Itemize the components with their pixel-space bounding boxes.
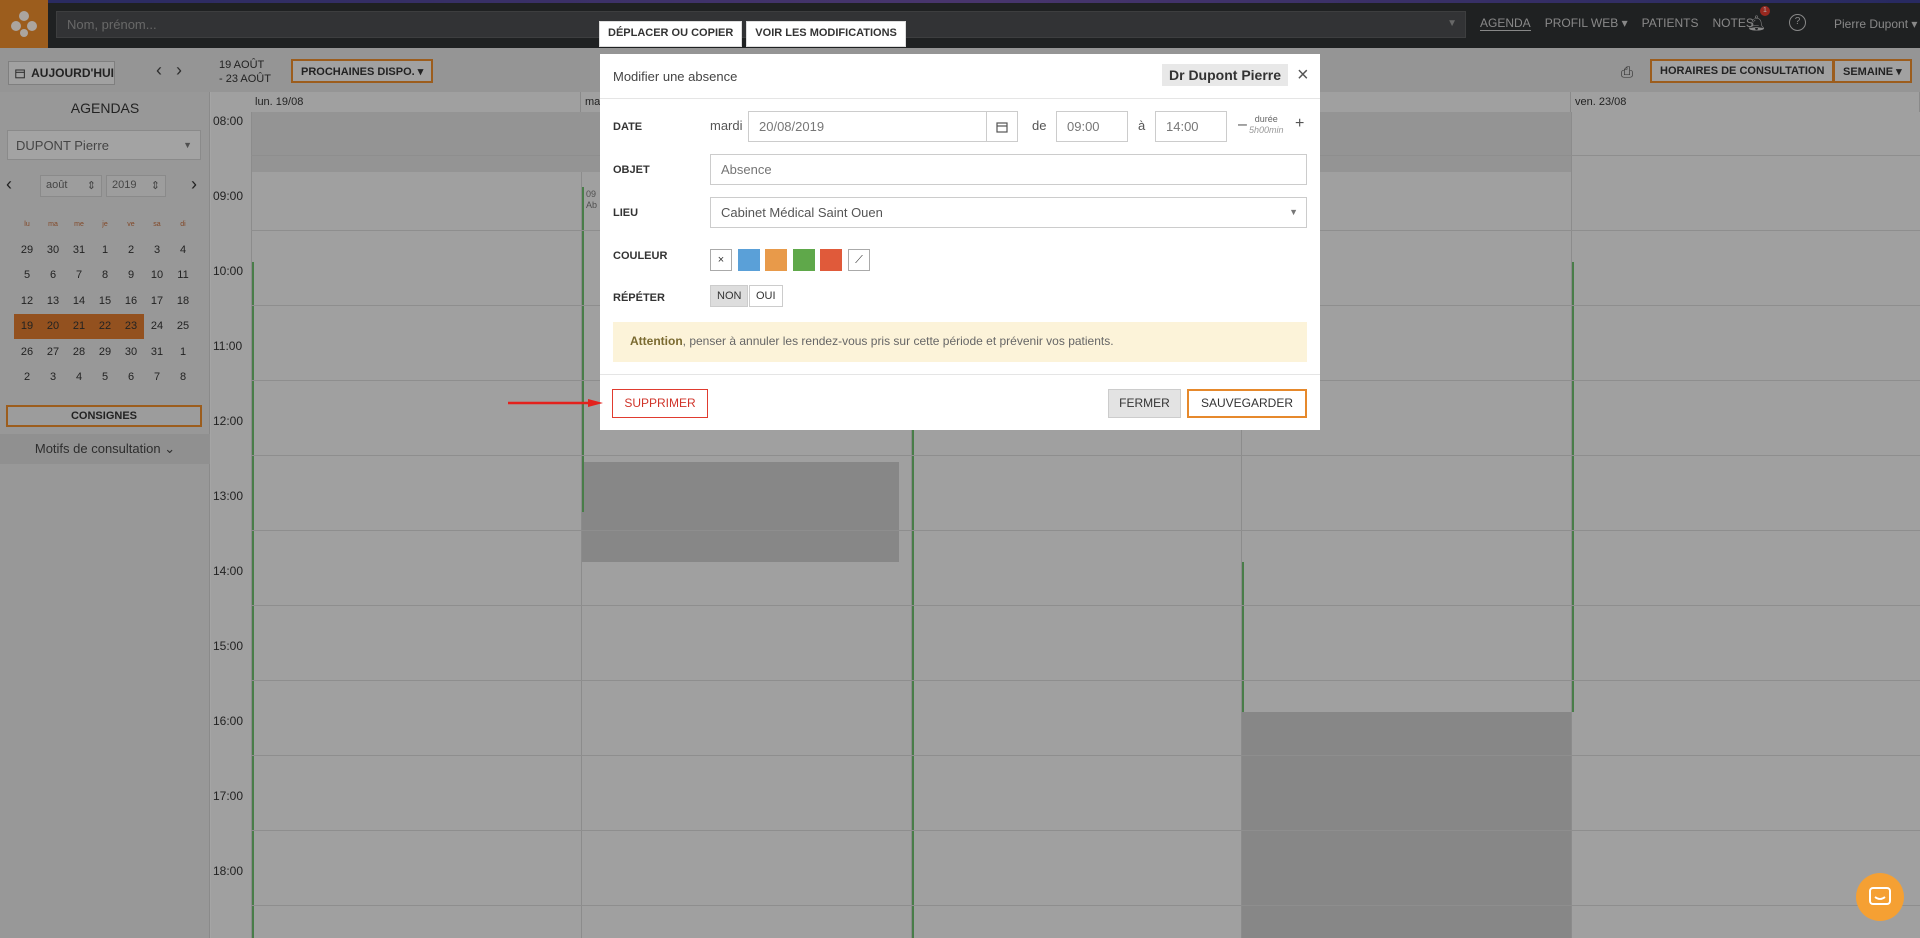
color-label: COULEUR [613, 250, 668, 262]
to-label: à [1138, 118, 1146, 133]
place-select-value: Cabinet Médical Saint Ouen [721, 205, 883, 220]
custom-color-picker-icon[interactable]: ⟋ [848, 249, 870, 271]
date-label: DATE [613, 121, 643, 133]
chat-support-button[interactable] [1856, 873, 1904, 921]
duration-label: durée [1254, 114, 1278, 124]
move-or-copy-tab[interactable]: DÉPLACER OU COPIER [599, 21, 743, 47]
warning-bold: Attention [630, 334, 683, 348]
edit-absence-modal: Modifier une absence Dr Dupont Pierre × … [600, 54, 1320, 430]
date-input-value: 20/08/2019 [759, 119, 825, 134]
decrease-duration-button[interactable]: – [1238, 116, 1247, 134]
date-input[interactable]: 20/08/2019 [748, 111, 1018, 142]
end-time-value: 14:00 [1166, 119, 1199, 134]
from-label: de [1032, 118, 1047, 133]
object-label: OBJET [613, 164, 650, 176]
save-button[interactable]: SAUVEGARDER [1187, 389, 1307, 418]
end-time-input[interactable]: 14:00 [1155, 111, 1227, 142]
close-icon[interactable]: × [1297, 64, 1309, 87]
repeat-label: RÉPÉTER [613, 292, 665, 304]
increase-duration-button[interactable]: + [1295, 115, 1304, 133]
modal-title: Modifier une absence [613, 69, 738, 84]
modal-action-tabs: DÉPLACER OU COPIER VOIR LES MODIFICATION… [599, 21, 906, 47]
chat-icon [1869, 887, 1891, 905]
color-swatch-blue[interactable] [738, 249, 760, 271]
modal-header: Modifier une absence Dr Dupont Pierre × [600, 54, 1320, 99]
close-button[interactable]: FERMER [1108, 389, 1181, 418]
warning-alert: Attention, penser à annuler les rendez-v… [613, 322, 1307, 362]
object-input[interactable] [710, 154, 1307, 185]
place-label: LIEU [613, 207, 639, 219]
start-time-input[interactable]: 09:00 [1056, 111, 1128, 142]
repeat-no-toggle[interactable]: NON [710, 285, 749, 307]
warning-text: , penser à annuler les rendez-vous pris … [682, 334, 1114, 348]
weekday-text: mardi [710, 118, 743, 133]
color-swatch-orange[interactable] [765, 249, 787, 271]
red-arrow-annotation [508, 399, 603, 407]
duration-value: 5h00min [1249, 125, 1284, 135]
start-time-value: 09:00 [1067, 119, 1100, 134]
duration-display: durée 5h00min [1249, 114, 1284, 136]
chevron-down-icon: ▼ [1289, 207, 1298, 217]
color-swatch-red[interactable] [820, 249, 842, 271]
no-color-swatch[interactable]: × [710, 249, 732, 271]
place-select[interactable]: Cabinet Médical Saint Ouen ▼ [710, 197, 1307, 228]
modal-footer-divider [600, 374, 1320, 375]
color-picker: × ⟋ [710, 249, 880, 273]
view-changes-tab[interactable]: VOIR LES MODIFICATIONS [746, 21, 906, 47]
color-swatch-green[interactable] [793, 249, 815, 271]
calendar-icon[interactable] [986, 112, 1017, 141]
repeat-yes-toggle[interactable]: OUI [749, 285, 783, 307]
doctor-badge: Dr Dupont Pierre [1162, 64, 1289, 86]
delete-button[interactable]: SUPPRIMER [612, 389, 708, 418]
